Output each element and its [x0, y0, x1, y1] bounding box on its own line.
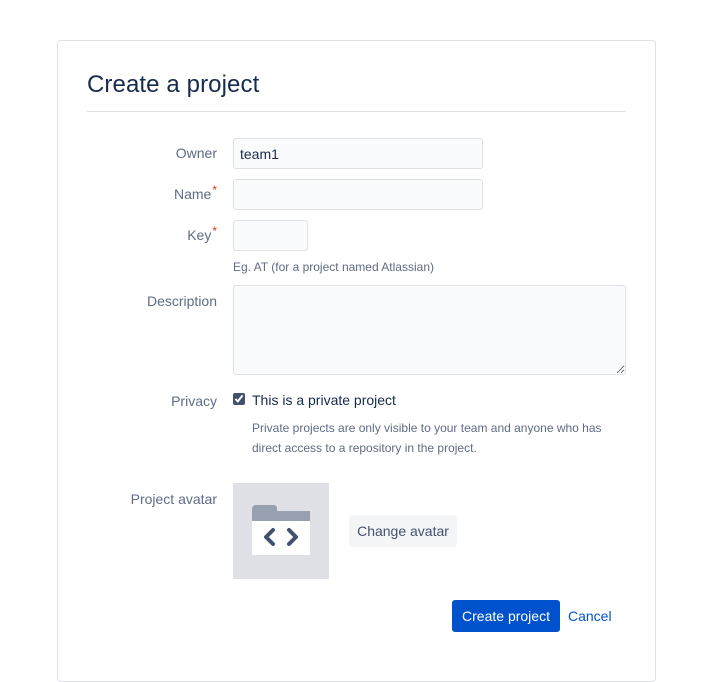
private-project-checkbox-label[interactable]: This is a private project	[252, 392, 396, 408]
create-project-button[interactable]: Create project	[452, 600, 560, 632]
owner-label: Owner	[58, 145, 217, 161]
project-avatar	[233, 483, 329, 579]
avatar-label-text: Project avatar	[130, 491, 217, 507]
folder-code-icon	[252, 505, 310, 555]
name-field[interactable]	[233, 179, 483, 210]
required-marker: *	[212, 224, 217, 238]
create-project-card: Create a project Owner Name* Key* Eg. AT…	[57, 40, 656, 682]
name-label-text: Name	[173, 186, 212, 202]
avatar-label: Project avatar	[58, 491, 217, 507]
page-title: Create a project	[87, 71, 260, 98]
privacy-label-text: Privacy	[171, 393, 217, 409]
key-label-text: Key	[187, 227, 212, 243]
title-divider	[87, 111, 626, 112]
cancel-link[interactable]: Cancel	[568, 608, 612, 624]
owner-field[interactable]	[233, 138, 483, 169]
key-label: Key*	[58, 224, 217, 243]
description-label: Description	[58, 293, 217, 309]
description-field[interactable]	[233, 285, 626, 375]
owner-label-text: Owner	[175, 145, 217, 161]
key-hint: Eg. AT (for a project named Atlassian)	[233, 260, 434, 274]
required-marker: *	[212, 183, 217, 197]
privacy-description: Private projects are only visible to you…	[252, 421, 602, 455]
private-project-checkbox[interactable]	[233, 393, 245, 405]
key-field[interactable]	[233, 220, 308, 251]
name-label: Name*	[58, 183, 217, 202]
privacy-label: Privacy	[58, 393, 217, 409]
description-label-text: Description	[146, 293, 217, 309]
change-avatar-button[interactable]: Change avatar	[349, 515, 457, 547]
